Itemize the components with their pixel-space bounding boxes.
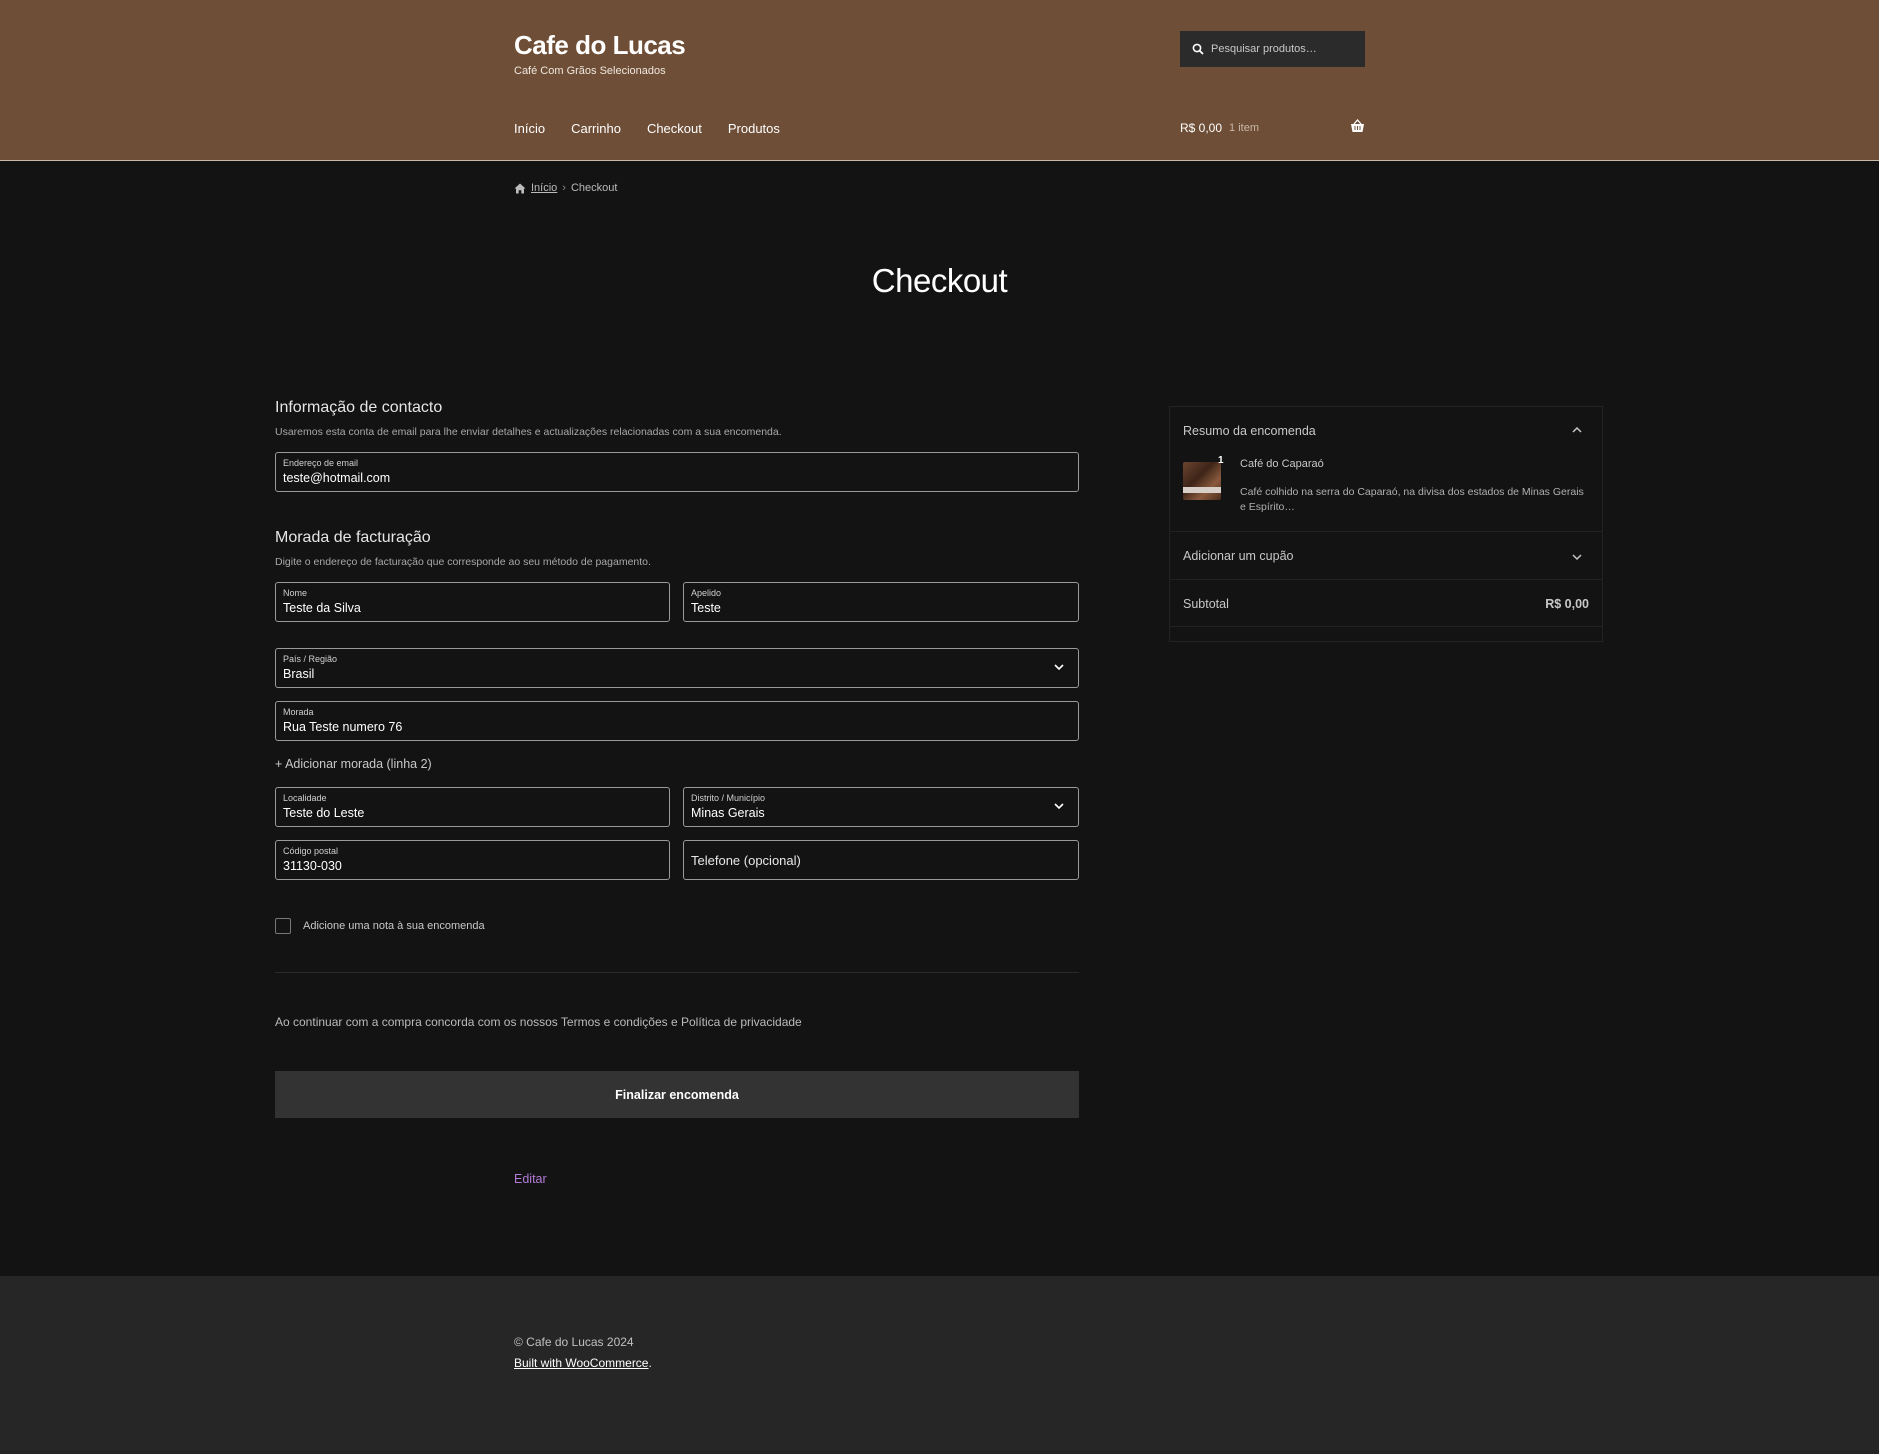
copyright-text: © Cafe do Lucas 2024 — [514, 1335, 634, 1349]
nav-item-produtos[interactable]: Produtos — [728, 121, 780, 136]
contact-section-description: Usaremos esta conta de email para lhe en… — [275, 426, 782, 438]
terms-text: Ao continuar com a compra concorda com o… — [275, 1015, 802, 1029]
last-name-field[interactable]: Apelido Teste — [683, 582, 1079, 622]
contact-section-title: Informação de contacto — [275, 399, 443, 416]
billing-section-description: Digite o endereço de facturação que corr… — [275, 556, 651, 568]
search-input[interactable] — [1211, 43, 1361, 55]
subtotal-value: R$ 0,00 — [1545, 597, 1589, 611]
state-label: Distrito / Município — [691, 793, 766, 803]
chevron-up-icon[interactable] — [1572, 426, 1582, 433]
nav-item-checkout[interactable]: Checkout — [647, 121, 702, 136]
email-value: teste@hotmail.com — [283, 471, 391, 485]
product-thumbnail-label — [1183, 487, 1221, 493]
order-note-checkbox[interactable] — [275, 918, 291, 934]
phone-placeholder: Telefone (opcional) — [691, 853, 801, 868]
edit-link[interactable]: Editar — [514, 1172, 547, 1186]
add-coupon-toggle[interactable]: Adicionar um cupão — [1183, 549, 1293, 563]
site-tagline: Café Com Grãos Selecionados — [514, 65, 666, 77]
last-name-label: Apelido — [691, 588, 722, 598]
nav-item-carrinho[interactable]: Carrinho — [571, 121, 621, 136]
search-icon — [1192, 43, 1204, 55]
built-with: Built with WooCommerce. — [514, 1356, 652, 1370]
first-name-label: Nome — [283, 588, 308, 598]
city-label: Localidade — [283, 793, 327, 803]
email-label: Endereço de email — [283, 458, 359, 468]
address-label: Morada — [283, 707, 314, 717]
state-select[interactable]: Distrito / Município Minas Gerais — [683, 787, 1079, 827]
item-quantity-badge: 1 — [1218, 455, 1224, 466]
page-title: Checkout — [871, 262, 1008, 299]
home-icon — [514, 183, 526, 193]
country-value: Brasil — [283, 667, 315, 681]
order-note-label: Adicione uma nota à sua encomenda — [303, 920, 485, 932]
nav-item-inicio[interactable]: Início — [514, 121, 545, 136]
divider — [275, 972, 1079, 973]
last-name-value: Teste — [691, 601, 721, 615]
postcode-label: Código postal — [283, 846, 339, 856]
woocommerce-link[interactable]: Built with WooCommerce — [514, 1356, 648, 1370]
subtotal-label: Subtotal — [1183, 597, 1229, 611]
breadcrumb: Início › Checkout — [514, 182, 617, 194]
site-header: Cafe do Lucas Café Com Grãos Selecionado… — [0, 0, 1879, 161]
product-thumbnail — [1183, 462, 1221, 500]
country-select[interactable]: País / Região Brasil — [275, 648, 1079, 688]
city-value: Teste do Leste — [283, 806, 365, 820]
add-address-line2-link[interactable]: + Adicionar morada (linha 2) — [275, 757, 432, 771]
postcode-field[interactable]: Código postal 31130-030 — [275, 840, 670, 880]
item-description: Café colhido na serra do Caparaó, na div… — [1240, 486, 1584, 513]
cart-amount: R$ 0,00 — [1180, 121, 1223, 135]
cart-count: 1 item — [1229, 122, 1259, 134]
divider — [1170, 626, 1602, 627]
breadcrumb-separator: › — [562, 182, 566, 194]
primary-nav: Início Carrinho Checkout Produtos — [514, 121, 806, 136]
site-footer: © Cafe do Lucas 2024 Built with WooComme… — [0, 1276, 1879, 1454]
breadcrumb-current: Checkout — [570, 182, 618, 194]
header-cart[interactable]: R$ 0,00 1 item — [1180, 119, 1365, 135]
divider — [1170, 579, 1602, 580]
state-value: Minas Gerais — [691, 806, 765, 820]
search-box[interactable] — [1180, 31, 1365, 67]
first-name-value: Teste da Silva — [283, 601, 361, 615]
place-order-button[interactable]: Finalizar encomenda — [275, 1071, 1079, 1118]
country-label: País / Região — [283, 654, 338, 664]
chevron-down-icon[interactable] — [1572, 554, 1582, 561]
order-summary: Resumo da encomenda 1 Café do Caparaó Ca… — [1169, 406, 1603, 642]
order-note-toggle[interactable]: Adicione uma nota à sua encomenda — [275, 918, 485, 934]
email-field[interactable]: Endereço de email teste@hotmail.com — [275, 452, 1079, 492]
address-value: Rua Teste numero 76 — [283, 720, 403, 734]
divider — [1170, 531, 1602, 532]
first-name-field[interactable]: Nome Teste da Silva — [275, 582, 670, 622]
site-title[interactable]: Cafe do Lucas — [514, 30, 686, 61]
order-summary-title[interactable]: Resumo da encomenda — [1183, 424, 1316, 438]
item-name: Café do Caparaó — [1240, 458, 1324, 470]
city-field[interactable]: Localidade Teste do Leste — [275, 787, 670, 827]
chevron-down-icon — [1054, 664, 1064, 671]
billing-section-title: Morada de facturação — [275, 529, 431, 546]
postcode-value: 31130-030 — [283, 859, 342, 873]
phone-field[interactable]: Telefone (opcional) — [683, 840, 1079, 880]
chevron-down-icon — [1054, 803, 1064, 810]
address-field[interactable]: Morada Rua Teste numero 76 — [275, 701, 1079, 741]
basket-icon — [1351, 119, 1364, 132]
breadcrumb-home[interactable]: Início — [531, 182, 557, 194]
